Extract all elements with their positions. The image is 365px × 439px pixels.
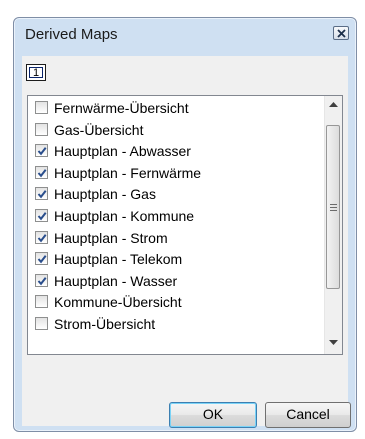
list-item-label: Hauptplan - Kommune bbox=[54, 207, 195, 224]
checkbox[interactable] bbox=[35, 316, 48, 330]
grip-line bbox=[330, 207, 337, 208]
list-item-label: Hauptplan - Telekom bbox=[54, 251, 183, 268]
checkbox[interactable] bbox=[35, 252, 48, 266]
list-item[interactable]: Hauptplan - Kommune bbox=[28, 206, 318, 228]
list-item[interactable]: Hauptplan - Abwasser bbox=[28, 141, 318, 163]
checkbox[interactable] bbox=[35, 165, 48, 179]
checkbox[interactable] bbox=[35, 230, 48, 244]
ok-button[interactable]: OK bbox=[169, 402, 257, 428]
cancel-button[interactable]: Cancel bbox=[265, 402, 351, 428]
vertical-scrollbar[interactable] bbox=[324, 96, 342, 354]
dialog-client-area: 1 Fernwärme-Übersicht Gas-Übersicht Hauptp… bbox=[22, 56, 351, 428]
list-item[interactable]: Hauptplan - Telekom bbox=[28, 249, 318, 271]
checkbox[interactable] bbox=[35, 208, 48, 222]
checkbox[interactable] bbox=[35, 144, 48, 158]
grip-line bbox=[330, 210, 337, 211]
checkmark-icon bbox=[37, 233, 47, 242]
list-item-label: Fernwärme-Übersicht bbox=[54, 100, 189, 116]
list-item[interactable]: Hauptplan - Gas bbox=[28, 184, 318, 206]
checkbox[interactable] bbox=[35, 295, 48, 309]
checkmark-icon bbox=[37, 276, 47, 286]
checkbox[interactable] bbox=[35, 273, 48, 287]
list-item-label: Strom-Übersicht bbox=[54, 315, 156, 332]
list-item-label: Hauptplan - Strom bbox=[54, 229, 168, 246]
close-button[interactable] bbox=[333, 26, 349, 40]
checkbox[interactable] bbox=[35, 122, 48, 136]
checkbox[interactable] bbox=[35, 101, 48, 114]
grip-line bbox=[330, 204, 337, 205]
checkmark-icon bbox=[37, 255, 47, 264]
list-item[interactable]: Strom-Übersicht bbox=[28, 314, 318, 336]
list-item[interactable]: Hauptplan - Fernwärme bbox=[28, 163, 318, 185]
list-item[interactable]: Hauptplan - Strom bbox=[28, 228, 318, 250]
scroll-thumb[interactable] bbox=[326, 125, 340, 289]
scroll-up-button[interactable] bbox=[325, 96, 342, 113]
checkbox-list: Fernwärme-Übersicht Gas-Übersicht Hauptpla… bbox=[28, 98, 318, 336]
derived-maps-list[interactable]: Fernwärme-Übersicht Gas-Übersicht Hauptpla… bbox=[27, 95, 343, 355]
list-item-label: Hauptplan - Fernwärme bbox=[54, 164, 202, 181]
list-item-label: Hauptplan - Wasser bbox=[54, 272, 178, 289]
derived-maps-dialog: Derived Maps 1 Fernwärme-Übersicht Gas-Üb… bbox=[13, 17, 357, 432]
checkmark-icon bbox=[37, 147, 47, 156]
scroll-down-button[interactable] bbox=[325, 334, 342, 351]
checkbox[interactable] bbox=[35, 187, 48, 201]
list-item-label: Hauptplan - Abwasser bbox=[54, 143, 191, 160]
checkmark-icon bbox=[37, 212, 47, 221]
list-item[interactable]: Kommune-Übersicht bbox=[28, 292, 318, 314]
page-tab-button[interactable]: 1 bbox=[26, 64, 46, 81]
list-item[interactable]: Gas-Übersicht bbox=[28, 120, 318, 142]
page-number: 1 bbox=[29, 67, 43, 79]
list-item[interactable]: Fernwärme-Übersicht bbox=[28, 98, 318, 120]
checkmark-icon bbox=[37, 190, 47, 199]
list-item-label: Gas-Übersicht bbox=[54, 121, 144, 138]
list-item-label: Hauptplan - Gas bbox=[54, 186, 156, 203]
title-bar[interactable]: Derived Maps bbox=[14, 18, 356, 48]
dialog-title: Derived Maps bbox=[25, 26, 118, 43]
list-item[interactable]: Hauptplan - Wasser bbox=[28, 271, 318, 293]
checkmark-icon bbox=[37, 168, 47, 178]
list-item-label: Kommune-Übersicht bbox=[54, 294, 182, 311]
